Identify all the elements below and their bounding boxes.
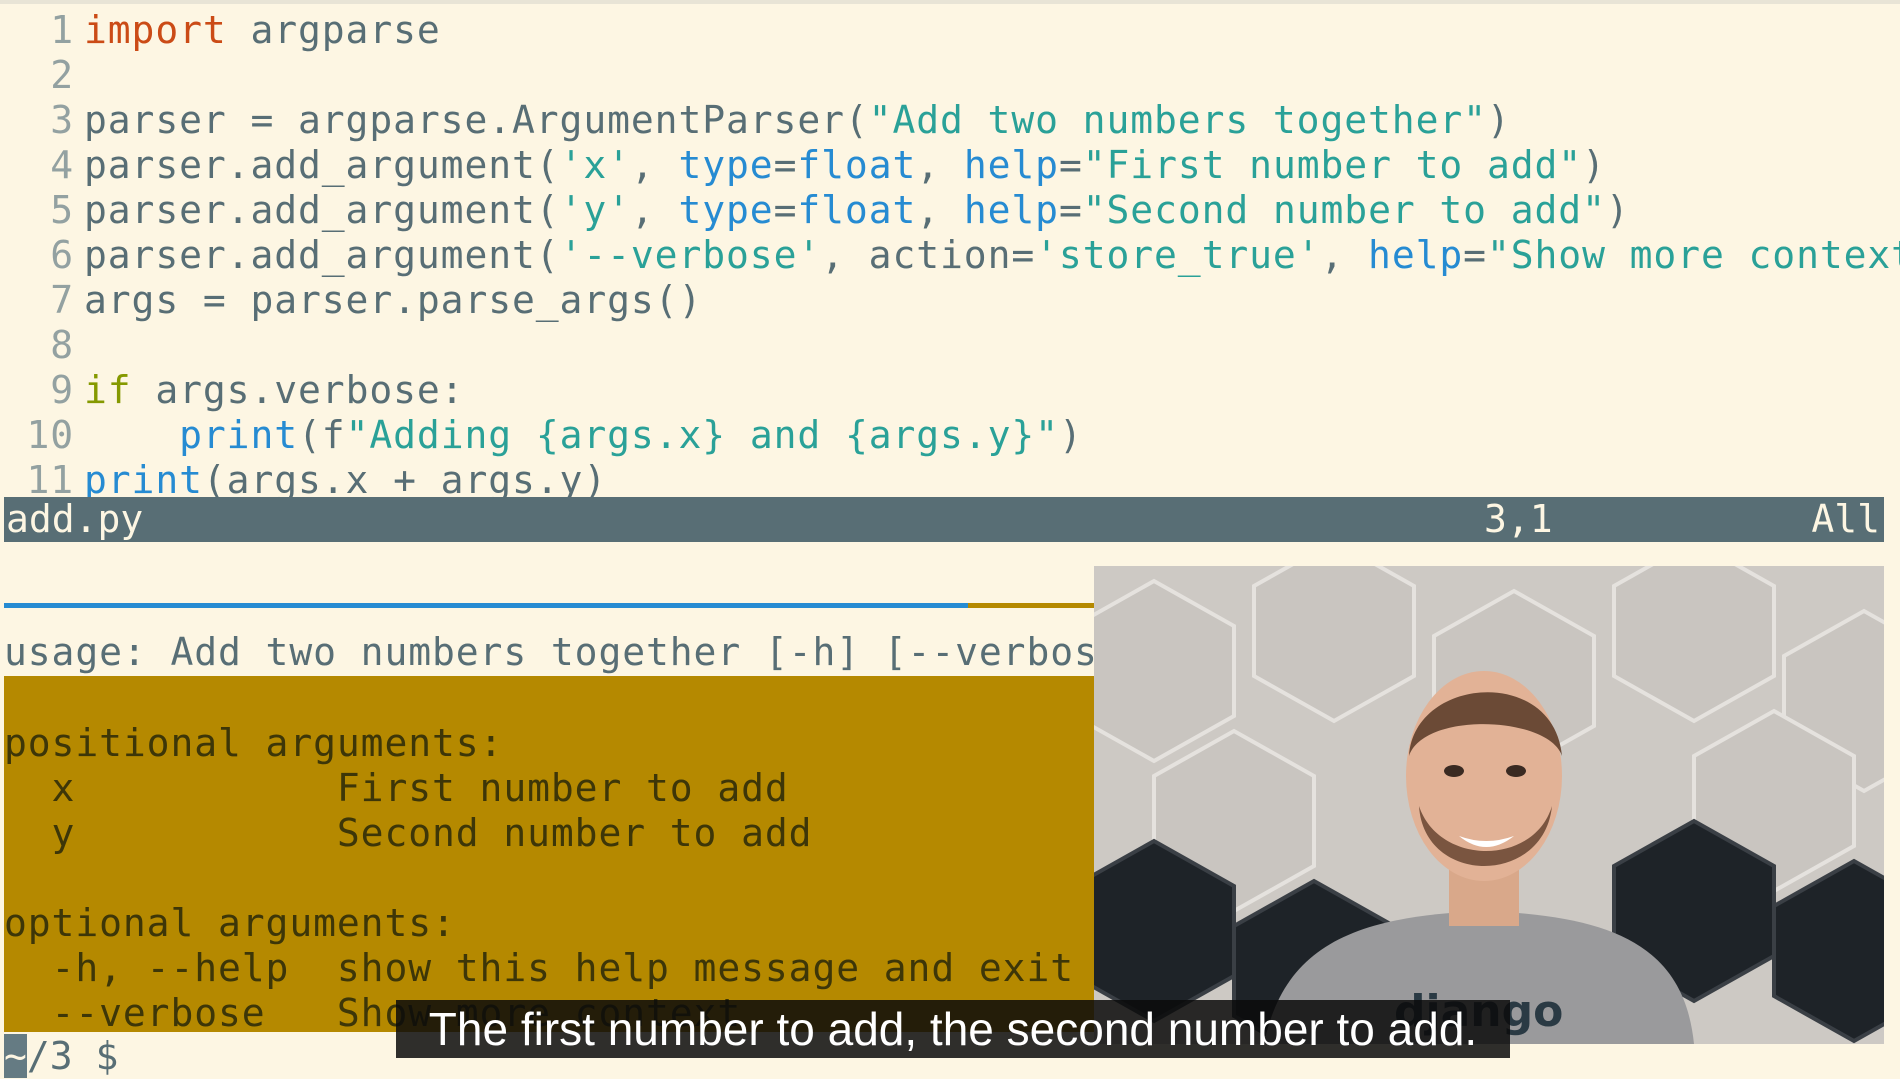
code-token: = <box>1058 188 1083 232</box>
code-token: help <box>1368 233 1464 277</box>
code-line[interactable]: 4 parser.add_argument('x', type=float, he… <box>0 143 1606 188</box>
code-line[interactable]: 9 if args.verbose: <box>0 368 464 413</box>
code-token: float <box>797 143 917 187</box>
help-output-line: optional arguments: <box>4 901 456 945</box>
code-token: "Second number to add" <box>1082 188 1606 232</box>
code-token: float <box>797 188 917 232</box>
terminal-cursor: ~ <box>4 1034 27 1078</box>
code-token: args = parser.parse_args() <box>84 278 703 322</box>
pane-divider <box>4 603 968 608</box>
code-token: " <box>1035 413 1059 457</box>
code-line[interactable]: 3 parser = argparse.ArgumentParser("Add t… <box>0 98 1511 143</box>
code-line[interactable]: 6 parser.add_argument('--verbose', action… <box>0 233 1900 278</box>
help-output-line: -h, --help show this help message and ex… <box>4 946 1075 990</box>
code-token: ) <box>1605 188 1630 232</box>
code-token: "Add two numbers together" <box>868 98 1487 142</box>
code-line[interactable]: 10 print(f"Adding {args.x} and {args.y}"… <box>0 413 1083 458</box>
code-token: 'x' <box>559 143 631 187</box>
code-token: type <box>678 143 774 187</box>
terminal-usage-line: usage: Add two numbers together [-h] [--… <box>4 630 1146 674</box>
line-number: 10 <box>26 413 74 457</box>
video-subtitle: The first number to add, the second numb… <box>396 1000 1510 1058</box>
help-output-line: x First number to add <box>4 766 789 810</box>
statusline-cursor-position: 3,1 <box>1484 497 1553 541</box>
code-token: {args.x} <box>535 413 727 457</box>
code-token: 'store_true' <box>1035 233 1321 277</box>
statusline-scroll-indicator: All <box>1811 497 1880 541</box>
code-token: = <box>1058 143 1083 187</box>
code-token: {args.y} <box>844 413 1036 457</box>
code-token: parser.add_argument( <box>84 143 560 187</box>
code-token: print <box>84 458 203 502</box>
code-token: ) <box>1582 143 1606 187</box>
vim-statusline: add.py 3,1 All <box>4 497 1884 542</box>
help-output-line: y Second number to add <box>4 811 813 855</box>
presenter-image: django <box>1094 566 1884 1044</box>
webcam-video: django <box>1094 566 1884 1044</box>
line-number: 9 <box>50 368 74 412</box>
code-token: = <box>1463 233 1487 277</box>
code-token: , <box>1320 233 1369 277</box>
help-output-line: positional arguments: <box>4 721 504 765</box>
code-line[interactable]: 7 args = parser.parse_args() <box>0 278 702 323</box>
code-token: (args.x + args.y) <box>202 458 608 502</box>
code-token: , <box>916 143 964 187</box>
code-token: type <box>678 188 774 232</box>
code-token: = <box>773 143 798 187</box>
code-token: , action= <box>821 233 1036 277</box>
code-token: and <box>726 413 845 457</box>
code-token: if <box>84 368 132 412</box>
code-token: help <box>963 188 1059 232</box>
terminal-help-output: positional arguments: x First number to … <box>4 676 1094 1035</box>
code-token: ) <box>1058 413 1083 457</box>
line-number: 1 <box>50 8 74 52</box>
terminal-prompt-text: /3 $ <box>26 1034 119 1078</box>
line-number: 3 <box>50 98 74 142</box>
code-token: (f <box>298 413 346 457</box>
code-token: parser = argparse.ArgumentParser( <box>84 98 869 142</box>
code-token: help <box>963 143 1059 187</box>
code-token: , <box>916 188 964 232</box>
code-token: "Show more context" <box>1486 233 1900 277</box>
code-token: args.verbose: <box>131 368 465 412</box>
terminal-prompt[interactable]: ~/3 $ <box>4 1034 118 1079</box>
code-line[interactable]: 1 import argparse <box>0 8 441 53</box>
line-number: 7 <box>50 278 74 322</box>
code-token: = <box>773 188 798 232</box>
code-token: , <box>630 143 679 187</box>
line-number: 6 <box>50 233 74 277</box>
line-number: 8 <box>50 323 74 367</box>
code-token: "First number to add" <box>1082 143 1583 187</box>
code-token: parser.add_argument( <box>84 188 560 232</box>
code-token: argparse <box>226 8 441 52</box>
code-token: print <box>179 413 299 457</box>
code-editor[interactable]: 1 import argparse 2 3 parser = argparse.Argu… <box>0 0 1900 502</box>
line-number: 2 <box>50 53 74 97</box>
pane-divider-accent <box>968 603 1094 608</box>
code-token: ) <box>1486 98 1511 142</box>
code-line[interactable]: 8 <box>0 323 84 368</box>
statusline-filename: add.py <box>6 497 144 541</box>
line-number: 4 <box>50 143 74 187</box>
code-token: 'y' <box>559 188 631 232</box>
code-token: "Adding <box>345 413 536 457</box>
line-number: 5 <box>50 188 74 232</box>
code-line[interactable]: 2 <box>0 53 84 98</box>
code-token: '--verbose' <box>559 233 822 277</box>
code-token: import <box>84 8 227 52</box>
code-line[interactable]: 5 parser.add_argument('y', type=float, he… <box>0 188 1630 233</box>
code-token: , <box>630 188 679 232</box>
code-token: parser.add_argument( <box>84 233 560 277</box>
